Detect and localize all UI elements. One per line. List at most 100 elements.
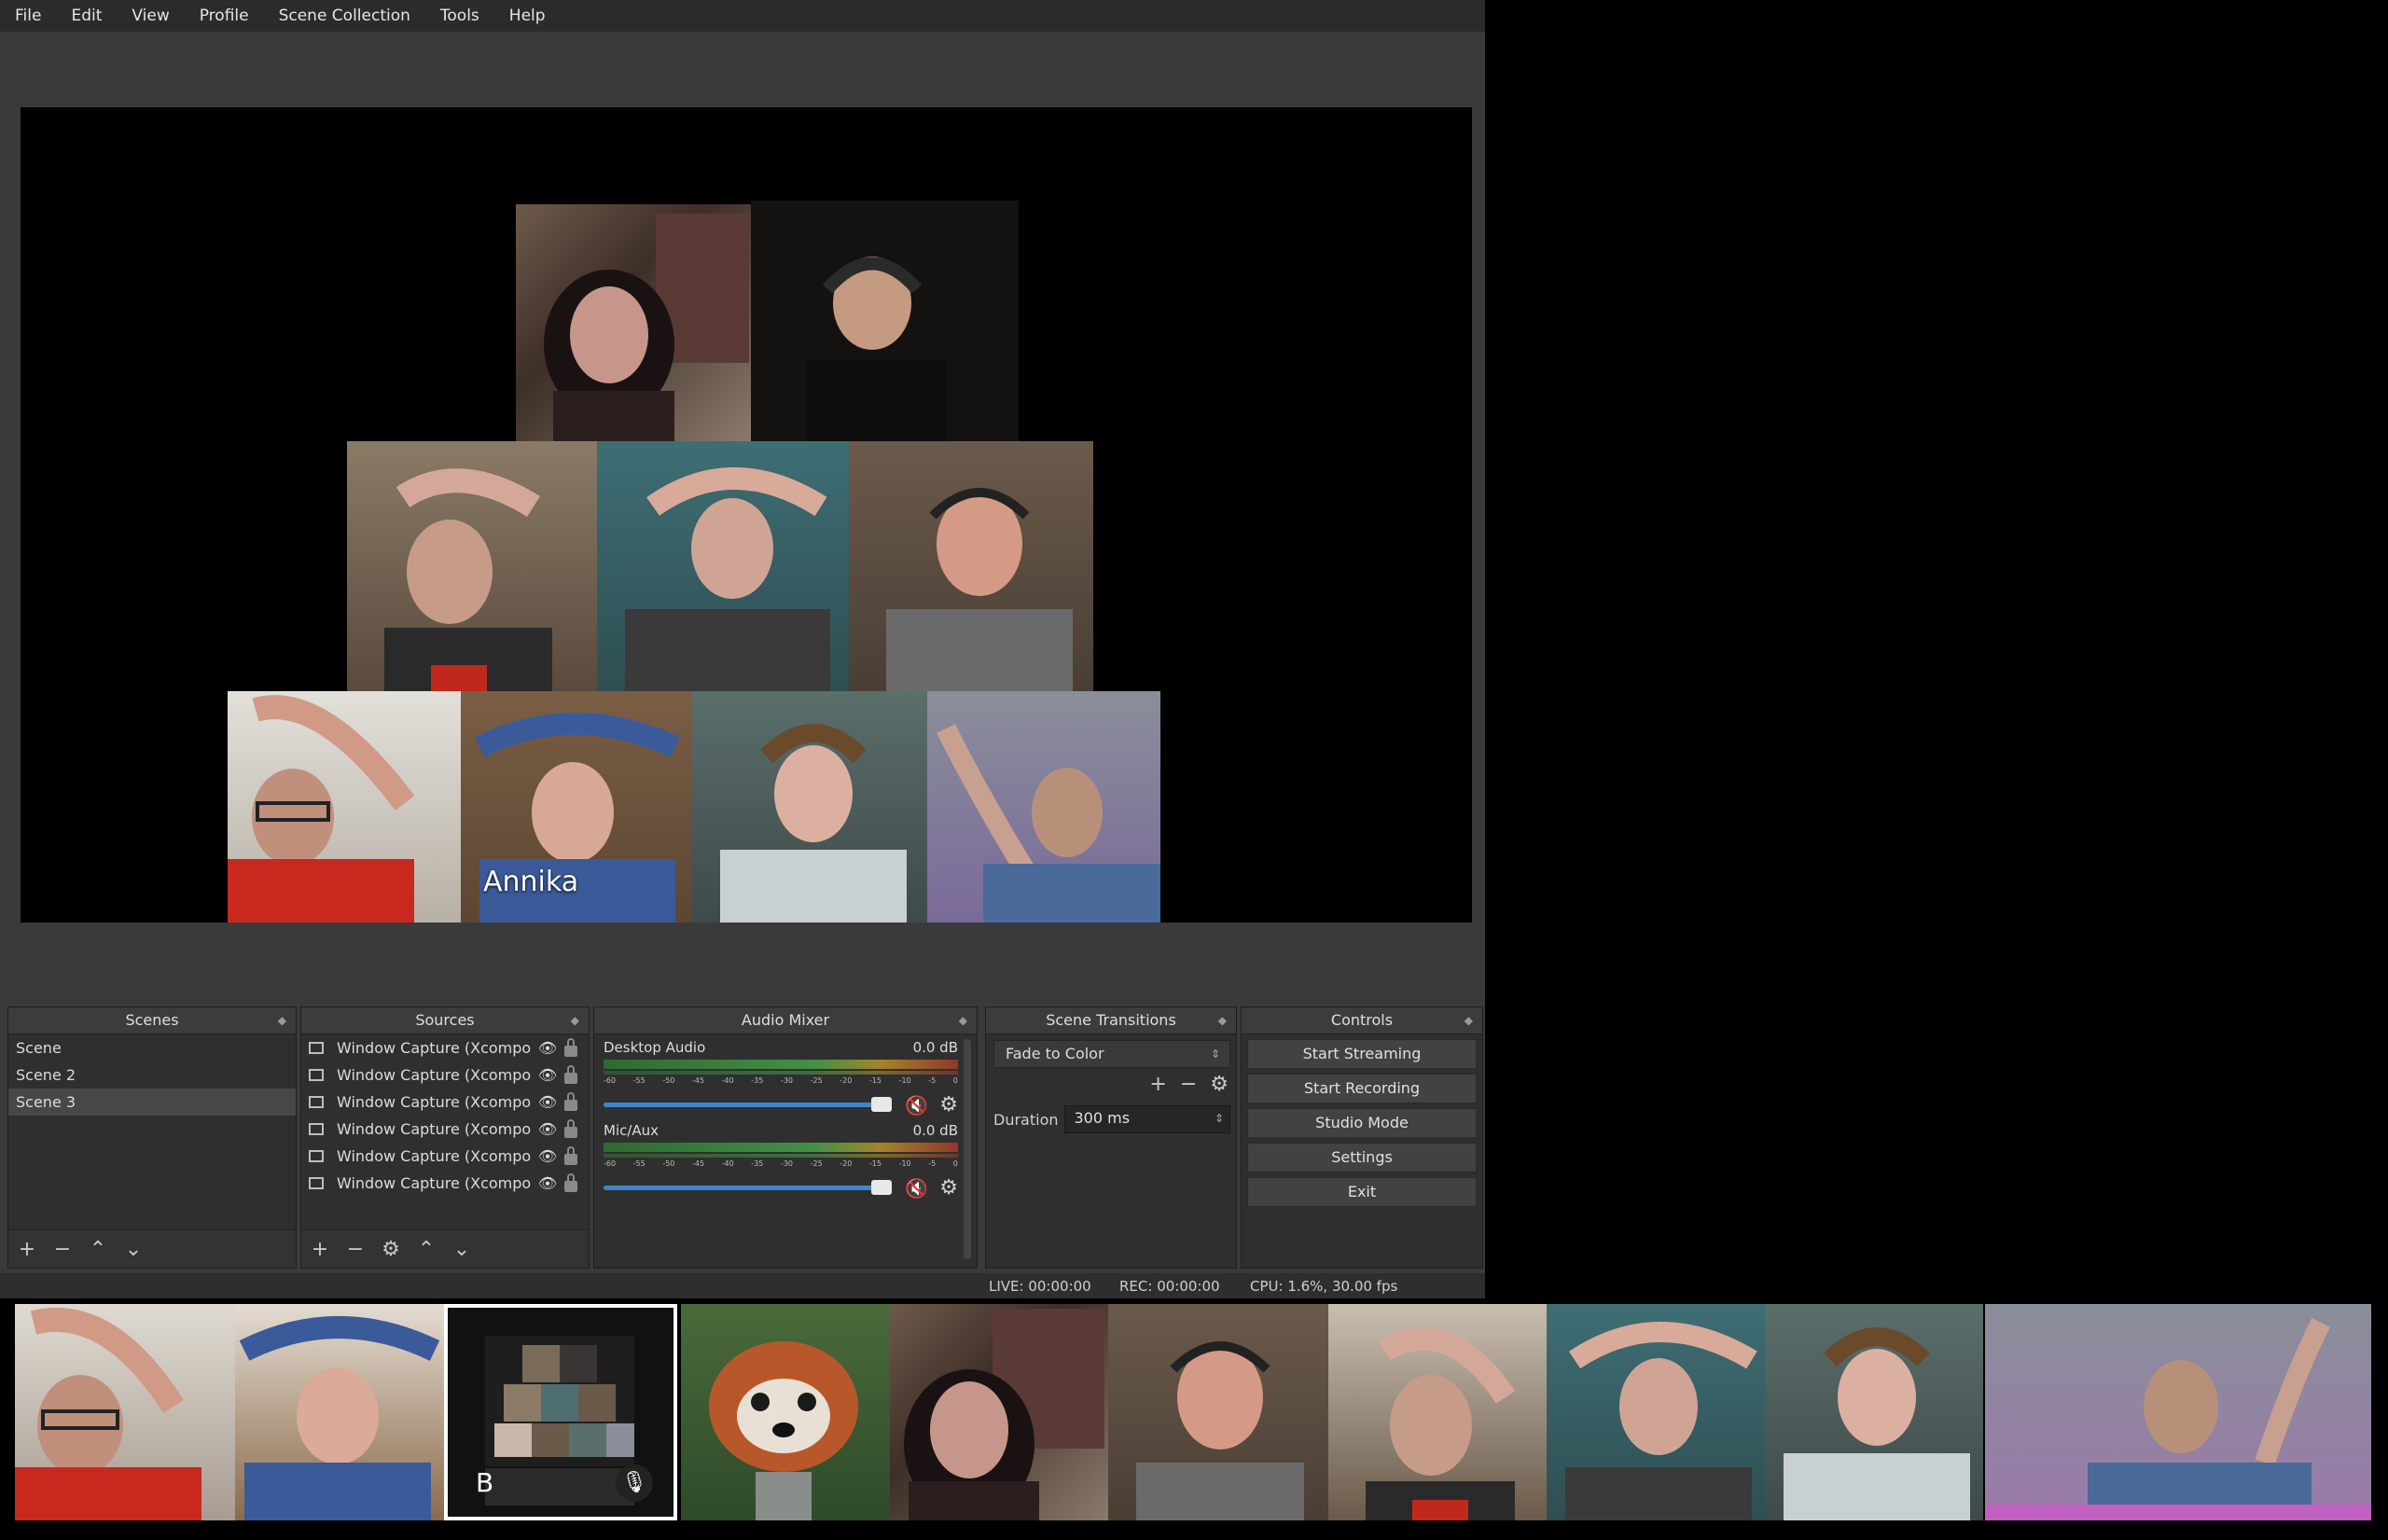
dock-float-icon[interactable]: ◆ bbox=[959, 1007, 967, 1034]
volume-meter bbox=[604, 1143, 958, 1152]
scene-item[interactable]: Scene bbox=[8, 1034, 296, 1061]
lock-icon[interactable] bbox=[564, 1172, 577, 1192]
meter-ticks: -60 -55 -50 -45 -40 -35 -30 -25 -20 -15 -10 -5 0 bbox=[604, 1159, 958, 1171]
spin-arrows-icon[interactable]: ⇕ bbox=[1215, 1106, 1224, 1131]
video-tile bbox=[751, 201, 1019, 441]
volume-slider[interactable] bbox=[604, 1097, 893, 1112]
visibility-eye-icon[interactable]: 👁 bbox=[536, 1061, 559, 1089]
dock-float-icon[interactable]: ◆ bbox=[278, 1007, 286, 1034]
lock-icon[interactable] bbox=[564, 1064, 577, 1084]
transition-gear-icon[interactable]: ⚙ bbox=[1210, 1073, 1229, 1096]
mute-speaker-icon[interactable]: 🔇 bbox=[905, 1177, 928, 1200]
transition-select[interactable]: Fade to Color ⇕ bbox=[993, 1040, 1230, 1068]
self-view-thumbnail[interactable]: B 🎙 bbox=[444, 1304, 677, 1520]
lock-icon[interactable] bbox=[564, 1091, 577, 1111]
lock-icon[interactable] bbox=[564, 1145, 577, 1165]
scene-item[interactable]: Scene 2 bbox=[8, 1061, 296, 1089]
preview-canvas[interactable]: Annika bbox=[21, 107, 1472, 923]
lock-icon[interactable] bbox=[564, 1037, 577, 1057]
menu-edit[interactable]: Edit bbox=[56, 0, 117, 32]
move-down-icon[interactable]: ⌄ bbox=[451, 1238, 473, 1261]
menu-file[interactable]: File bbox=[0, 0, 56, 32]
participant-thumbnail[interactable] bbox=[235, 1304, 444, 1520]
sources-title: Sources bbox=[415, 1011, 475, 1029]
remove-transition-button[interactable]: − bbox=[1180, 1073, 1197, 1096]
participant-thumbnail[interactable] bbox=[681, 1304, 890, 1520]
visibility-eye-icon[interactable]: 👁 bbox=[536, 1116, 559, 1143]
visibility-eye-icon[interactable]: 👁 bbox=[536, 1089, 559, 1116]
tick: -5 bbox=[928, 1076, 937, 1085]
scenes-toolbar: + − ⌃ ⌄ bbox=[8, 1229, 296, 1268]
move-down-icon[interactable]: ⌄ bbox=[122, 1238, 145, 1261]
visibility-eye-icon[interactable]: 👁 bbox=[536, 1143, 559, 1170]
tick: -25 bbox=[810, 1076, 823, 1085]
mute-speaker-icon[interactable]: 🔇 bbox=[905, 1094, 928, 1117]
start-streaming-button[interactable]: Start Streaming bbox=[1247, 1039, 1477, 1069]
menu-bar: File Edit View Profile Scene Collection … bbox=[0, 0, 1485, 32]
visibility-eye-icon[interactable]: 👁 bbox=[536, 1034, 559, 1061]
studio-mode-button[interactable]: Studio Mode bbox=[1247, 1108, 1477, 1138]
menu-scene-collection[interactable]: Scene Collection bbox=[264, 0, 425, 32]
source-item[interactable]: Window Capture (Xcompo 👁 bbox=[301, 1089, 589, 1116]
exit-button[interactable]: Exit bbox=[1247, 1177, 1477, 1207]
start-recording-button[interactable]: Start Recording bbox=[1247, 1074, 1477, 1103]
add-transition-button[interactable]: + bbox=[1149, 1073, 1166, 1096]
duration-spinbox[interactable]: 300 ms ⇕ bbox=[1063, 1105, 1230, 1133]
participant-thumbnail[interactable] bbox=[1547, 1304, 1765, 1520]
add-scene-button[interactable]: + bbox=[16, 1238, 38, 1261]
add-source-button[interactable]: + bbox=[309, 1238, 331, 1261]
participant-thumbnail[interactable] bbox=[1765, 1304, 1983, 1520]
scene-item-selected[interactable]: Scene 3 bbox=[8, 1089, 296, 1116]
menu-view[interactable]: View bbox=[117, 0, 184, 32]
source-item[interactable]: Window Capture (Xcompo 👁 bbox=[301, 1143, 589, 1170]
participant-thumbnail[interactable] bbox=[1985, 1304, 2371, 1520]
dock-float-icon[interactable]: ◆ bbox=[1218, 1007, 1227, 1034]
window-capture-icon bbox=[309, 1177, 324, 1189]
channel-level: 0.0 dB bbox=[912, 1039, 958, 1056]
tick: -60 bbox=[604, 1159, 617, 1168]
tick: -20 bbox=[840, 1159, 853, 1168]
participant-thumbnail[interactable] bbox=[1328, 1304, 1547, 1520]
volume-slider-handle[interactable] bbox=[871, 1097, 893, 1112]
scene-transitions-dock: Scene Transitions ◆ Fade to Color ⇕ + − ⚙… bbox=[985, 1006, 1237, 1269]
sources-toolbar: + − ⚙ ⌃ ⌄ bbox=[301, 1229, 589, 1268]
channel-name: Mic/Aux bbox=[604, 1122, 659, 1139]
gear-icon[interactable]: ⚙ bbox=[939, 1093, 958, 1117]
dock-float-icon[interactable]: ◆ bbox=[571, 1007, 579, 1034]
tick: -15 bbox=[868, 1076, 882, 1085]
tick: -55 bbox=[632, 1159, 646, 1168]
transition-toolbar: + − ⚙ bbox=[1149, 1073, 1229, 1096]
remove-scene-button[interactable]: − bbox=[51, 1238, 74, 1261]
source-item[interactable]: Window Capture (Xcompo 👁 bbox=[301, 1034, 589, 1061]
menu-profile[interactable]: Profile bbox=[185, 0, 264, 32]
participant-thumbnail[interactable] bbox=[1108, 1304, 1328, 1520]
video-tile bbox=[347, 441, 597, 691]
sources-dock-title: Sources ◆ bbox=[301, 1007, 589, 1034]
participant-thumbnail[interactable] bbox=[15, 1304, 235, 1520]
volume-slider-handle[interactable] bbox=[871, 1180, 893, 1195]
participant-thumbnail[interactable] bbox=[890, 1304, 1108, 1520]
move-up-icon[interactable]: ⌃ bbox=[415, 1238, 437, 1261]
source-item[interactable]: Window Capture (Xcompo 👁 bbox=[301, 1116, 589, 1143]
tick: 0 bbox=[952, 1159, 958, 1168]
volume-slider[interactable] bbox=[604, 1180, 893, 1195]
gear-icon[interactable]: ⚙ bbox=[939, 1176, 958, 1200]
tick: -45 bbox=[691, 1076, 705, 1085]
source-name: Window Capture (Xcompo bbox=[337, 1093, 531, 1111]
source-item[interactable]: Window Capture (Xcompo 👁 bbox=[301, 1061, 589, 1089]
source-properties-gear-icon[interactable]: ⚙ bbox=[380, 1238, 402, 1261]
remove-source-button[interactable]: − bbox=[344, 1238, 367, 1261]
dock-float-icon[interactable]: ◆ bbox=[1465, 1007, 1473, 1034]
tick: -50 bbox=[662, 1159, 675, 1168]
mixer-scrollbar[interactable] bbox=[964, 1039, 971, 1259]
muted-microphone-icon[interactable]: 🎙 bbox=[616, 1464, 653, 1502]
menu-tools[interactable]: Tools bbox=[425, 0, 494, 32]
move-up-icon[interactable]: ⌃ bbox=[87, 1238, 109, 1261]
settings-button[interactable]: Settings bbox=[1247, 1143, 1477, 1172]
lock-icon[interactable] bbox=[564, 1118, 577, 1138]
menu-help[interactable]: Help bbox=[494, 0, 561, 32]
source-item[interactable]: Window Capture (Xcompo 👁 bbox=[301, 1170, 589, 1197]
visibility-eye-icon[interactable]: 👁 bbox=[536, 1170, 559, 1197]
tick: 0 bbox=[952, 1076, 958, 1085]
cpu-fps: CPU: 1.6%, 30.00 fps bbox=[1250, 1278, 1398, 1295]
